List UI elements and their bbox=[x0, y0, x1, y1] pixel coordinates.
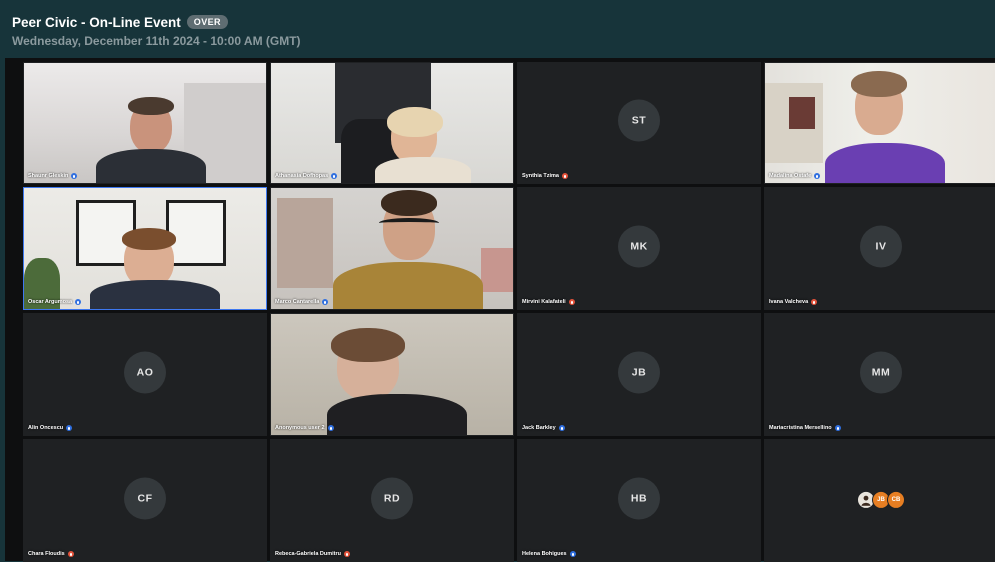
participant-name-label: Marco Cantarella bbox=[275, 299, 329, 305]
participant-tile[interactable]: CF Chara Floudis bbox=[23, 439, 267, 562]
microphone-icon bbox=[327, 425, 334, 431]
microphone-icon bbox=[834, 425, 841, 431]
participant-initials-avatar: AO bbox=[124, 350, 166, 393]
participant-video bbox=[24, 63, 266, 183]
status-badge: OVER bbox=[186, 15, 228, 29]
event-date: Wednesday, December 11th 2024 - 10:00 AM… bbox=[12, 34, 301, 48]
participant-name-label: Rebeca-Gabriela Dumitru bbox=[275, 551, 351, 557]
microphone-icon bbox=[331, 173, 338, 179]
participant-name: Jack Barkley bbox=[522, 425, 556, 431]
participant-name-label: Synthia Tzima bbox=[522, 173, 568, 179]
participant-grid: Shaunr Gleskin Athanasia Dofhopas ST Syn… bbox=[23, 62, 995, 562]
participant-tile[interactable]: IV Ivana Valcheva bbox=[764, 187, 995, 310]
participant-name-label: Jack Barkley bbox=[522, 425, 565, 431]
participant-name-label: Helena Bohigues bbox=[522, 551, 576, 557]
participant-tile[interactable]: Marco Cantarella bbox=[270, 187, 514, 310]
participant-name: Rebeca-Gabriela Dumitru bbox=[275, 551, 342, 557]
microphone-icon bbox=[66, 425, 73, 431]
participant-name: Alin Oncescu bbox=[28, 425, 64, 431]
participant-tile[interactable]: Anonymous user 2 bbox=[270, 313, 514, 436]
participant-name: Madalina Ostafe bbox=[769, 173, 812, 179]
participant-name: Oscar Argumosa bbox=[28, 299, 73, 305]
participant-name-label: Shaunr Gleskin bbox=[28, 173, 78, 179]
participant-tile[interactable]: RD Rebeca-Gabriela Dumitru bbox=[270, 439, 514, 562]
participant-name-label: Mirvini Kalafateli bbox=[522, 299, 575, 305]
participant-initials-avatar: HB bbox=[618, 476, 660, 519]
participant-name: Helena Bohigues bbox=[522, 551, 567, 557]
participant-name: Shaunr Gleskin bbox=[28, 173, 69, 179]
participant-tile[interactable]: MK Mirvini Kalafateli bbox=[517, 187, 761, 310]
participant-name: Ivana Valcheva bbox=[769, 299, 809, 305]
participant-video bbox=[271, 314, 513, 435]
microphone-icon bbox=[814, 173, 821, 179]
microphone-icon bbox=[75, 299, 82, 305]
microphone-muted-icon bbox=[67, 551, 74, 557]
participant-video bbox=[24, 188, 266, 309]
participant-name: Chara Floudis bbox=[28, 551, 65, 557]
participant-tile[interactable]: MM Mariacristina Mersellino bbox=[764, 313, 995, 436]
microphone-icon bbox=[71, 173, 78, 179]
participant-tile[interactable]: Athanasia Dofhopas bbox=[270, 62, 514, 184]
participant-name-label: Athanasia Dofhopas bbox=[275, 173, 338, 179]
video-stage: Shaunr Gleskin Athanasia Dofhopas ST Syn… bbox=[5, 58, 995, 562]
participant-name: Synthia Tzima bbox=[522, 173, 559, 179]
participant-tile[interactable]: Madalina Ostafe bbox=[764, 62, 995, 184]
microphone-muted-icon bbox=[568, 299, 575, 305]
participant-tile[interactable]: ST Synthia Tzima bbox=[517, 62, 761, 184]
participant-name-label: Alin Oncescu bbox=[28, 425, 73, 431]
participant-mini-avatar: CB bbox=[887, 490, 905, 509]
microphone-muted-icon bbox=[344, 551, 351, 557]
participant-video bbox=[271, 63, 513, 183]
participant-initials-avatar: MK bbox=[618, 224, 660, 267]
participant-name: Mirvini Kalafateli bbox=[522, 299, 566, 305]
participant-initials-avatar: IV bbox=[860, 224, 902, 267]
participant-name-label: Oscar Argumosa bbox=[28, 299, 82, 305]
participant-name: Mariacristina Mersellino bbox=[769, 425, 832, 431]
microphone-icon bbox=[569, 551, 576, 557]
title-row: Peer Civic - On-Line Event OVER bbox=[12, 12, 301, 32]
more-participants-tile[interactable]: JB CB bbox=[764, 439, 995, 562]
participant-name-label: Ivana Valcheva bbox=[769, 299, 818, 305]
participant-tile[interactable]: HB Helena Bohigues bbox=[517, 439, 761, 562]
participant-name-label: Mariacristina Mersellino bbox=[769, 425, 841, 431]
participant-tile[interactable]: Shaunr Gleskin bbox=[23, 62, 267, 184]
participant-name: Athanasia Dofhopas bbox=[275, 173, 329, 179]
participant-name-label: Madalina Ostafe bbox=[769, 173, 821, 179]
microphone-muted-icon bbox=[561, 173, 568, 179]
participant-tile[interactable]: JB Jack Barkley bbox=[517, 313, 761, 436]
participant-name: Marco Cantarella bbox=[275, 299, 320, 305]
participant-initials-avatar: JB bbox=[618, 350, 660, 393]
microphone-icon bbox=[558, 425, 565, 431]
more-participants-avatars: JB CB bbox=[857, 490, 905, 509]
microphone-icon bbox=[322, 299, 329, 305]
participant-initials-avatar: ST bbox=[618, 99, 660, 142]
microphone-muted-icon bbox=[811, 299, 818, 305]
participant-name-label: Chara Floudis bbox=[28, 551, 74, 557]
person-icon bbox=[861, 495, 871, 506]
participant-video bbox=[765, 63, 995, 183]
meeting-header: Peer Civic - On-Line Event OVER Wednesda… bbox=[12, 12, 301, 49]
event-title: Peer Civic - On-Line Event bbox=[12, 14, 181, 30]
participant-initials-avatar: RD bbox=[371, 476, 413, 519]
participant-tile-active-speaker[interactable]: Oscar Argumosa bbox=[23, 187, 267, 310]
participant-video bbox=[271, 188, 513, 309]
participant-initials-avatar: CF bbox=[124, 476, 166, 519]
participant-name-label: Anonymous user 2 bbox=[275, 425, 334, 431]
participant-name: Anonymous user 2 bbox=[275, 425, 325, 431]
participant-tile[interactable]: AO Alin Oncescu bbox=[23, 313, 267, 436]
participant-initials-avatar: MM bbox=[860, 350, 902, 393]
